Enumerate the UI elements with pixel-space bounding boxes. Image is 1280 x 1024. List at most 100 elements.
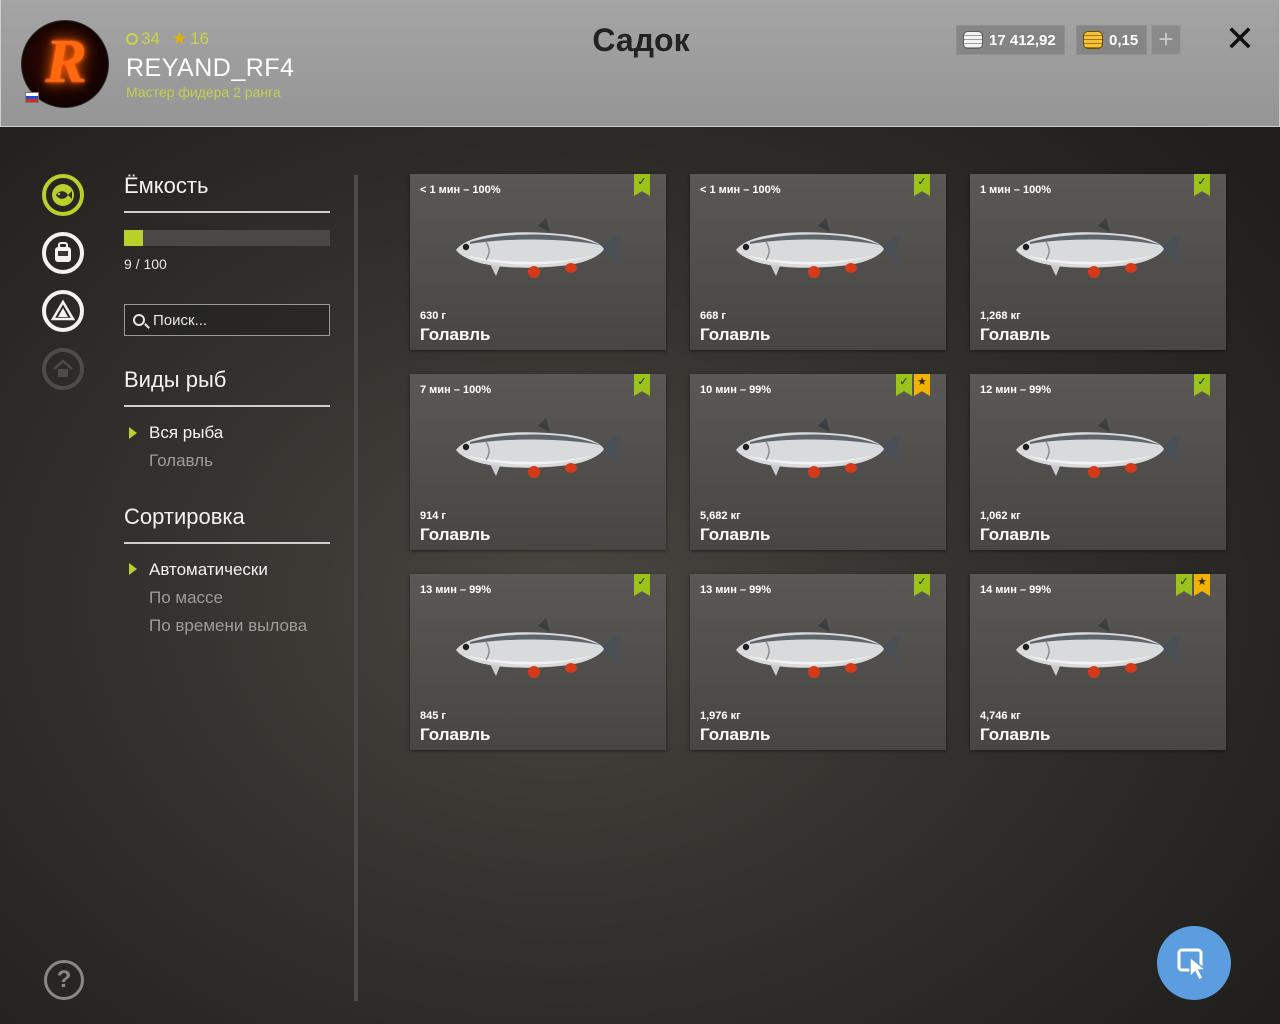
player-name: REYAND_RF4	[126, 54, 295, 82]
fish-name: Голавль	[700, 525, 771, 544]
cursor-icon	[1177, 948, 1209, 982]
sort-item-auto[interactable]: Автоматически	[149, 560, 268, 580]
player-level: 34	[141, 29, 160, 48]
catch-time: 1 мин – 100%	[980, 184, 1052, 196]
help-button[interactable]: ?	[44, 960, 84, 1000]
capacity-heading: Ёмкость	[124, 173, 209, 198]
fish-badges: ✓	[914, 174, 930, 196]
home-tab	[42, 348, 84, 390]
chub-fish-image	[456, 618, 622, 678]
catch-time: 10 мин – 99%	[700, 384, 772, 396]
add-gold-button[interactable]: +	[1151, 25, 1181, 55]
fish-name: Голавль	[420, 325, 491, 344]
chub-fish-image	[1016, 618, 1182, 678]
top-bar: R 34 ★ 16 REYAND_RF4 Мастер фидера 2 ранга…	[0, 0, 1280, 127]
fish-name: Голавль	[420, 725, 491, 744]
fish-weight: 845 г	[420, 710, 446, 722]
silver-balance: 17 412,92	[956, 25, 1065, 55]
species-item-all[interactable]: Вся рыба	[149, 423, 223, 443]
check-bookmark-icon: ✓	[1176, 574, 1192, 596]
fish-card[interactable]: 10 мин – 99% ✓ ★ 5,682 кг Голавль	[690, 374, 946, 550]
divider-line	[124, 405, 330, 407]
fish-card[interactable]: < 1 мин – 100% ✓ 630 г Голавль	[410, 174, 666, 350]
search-input[interactable]: Поиск...	[124, 304, 330, 336]
fish-card[interactable]: 1 мин – 100% ✓ 1,268 кг Голавль	[970, 174, 1226, 350]
fish-weight: 5,682 кг	[700, 510, 741, 522]
capacity-bar-fill	[124, 230, 143, 246]
chub-fish-image	[736, 618, 902, 678]
silver-coins-icon	[963, 31, 983, 49]
avatar-logo: R	[45, 28, 87, 96]
fish-badges: ✓ ★	[1176, 574, 1210, 596]
panel-divider	[354, 175, 358, 1001]
species-heading: Виды рыб	[124, 367, 227, 392]
star-icon: ★	[171, 29, 188, 48]
fish-weight: 1,062 кг	[980, 510, 1021, 522]
tent-icon	[51, 299, 75, 321]
keepnet-tab[interactable]	[42, 174, 84, 216]
fish-card[interactable]: < 1 мин – 100% ✓ 668 г Голавль	[690, 174, 946, 350]
check-bookmark-icon: ✓	[1194, 374, 1210, 396]
fish-card[interactable]: 12 мин – 99% ✓ 1,062 кг Голавль	[970, 374, 1226, 550]
fish-badges: ✓	[1194, 174, 1210, 196]
catch-time: 13 мин – 99%	[700, 584, 772, 596]
fish-name: Голавль	[980, 725, 1051, 744]
sorting-heading: Сортировка	[124, 504, 245, 529]
fish-weight: 1,976 кг	[700, 710, 741, 722]
check-bookmark-icon: ✓	[634, 374, 650, 396]
check-bookmark-icon: ✓	[634, 174, 650, 196]
fish-weight: 914 г	[420, 510, 446, 522]
fish-card[interactable]: 13 мин – 99% ✓ 1,976 кг Голавль	[690, 574, 946, 750]
catch-time: 7 мин – 100%	[420, 384, 492, 396]
chub-fish-image	[736, 418, 902, 478]
chub-fish-image	[736, 218, 902, 278]
divider-line	[124, 211, 330, 213]
fish-name: Голавль	[980, 525, 1051, 544]
fish-card[interactable]: 7 мин – 100% ✓ 914 г Голавль	[410, 374, 666, 550]
chub-fish-image	[456, 418, 622, 478]
fish-badges: ✓	[914, 574, 930, 596]
check-bookmark-icon: ✓	[914, 574, 930, 596]
fish-weight: 630 г	[420, 310, 446, 322]
camp-tab[interactable]	[42, 290, 84, 332]
fish-name: Голавль	[700, 325, 771, 344]
check-bookmark-icon: ✓	[896, 374, 912, 396]
fish-name: Голавль	[700, 725, 771, 744]
fish-badges: ✓	[634, 374, 650, 396]
gold-balance: 0,15	[1076, 25, 1148, 55]
fish-card[interactable]: 14 мин – 99% ✓ ★ 4,746 кг Голавль	[970, 574, 1226, 750]
fish-badges: ✓ ★	[896, 374, 930, 396]
close-button[interactable]: ✕	[1223, 21, 1257, 57]
russia-flag-icon	[25, 92, 39, 103]
selected-arrow-icon	[129, 563, 137, 575]
catch-time: 14 мин – 99%	[980, 584, 1052, 596]
gold-coins-icon	[1083, 31, 1103, 49]
check-bookmark-icon: ✓	[914, 174, 930, 196]
capacity-bar	[124, 230, 330, 246]
search-placeholder: Поиск...	[153, 311, 208, 329]
inventory-tab[interactable]	[42, 232, 84, 274]
home-icon	[53, 359, 73, 377]
species-item-chub[interactable]: Голавль	[149, 451, 213, 471]
page-title: Садок	[592, 22, 690, 58]
fish-badges: ✓	[634, 174, 650, 196]
fish-badges: ✓	[1194, 374, 1210, 396]
sort-item-weight[interactable]: По массе	[149, 588, 223, 608]
fish-name: Голавль	[980, 325, 1051, 344]
selected-arrow-icon	[129, 427, 137, 439]
chub-fish-image	[1016, 218, 1182, 278]
chub-fish-image	[1016, 418, 1182, 478]
cursor-mode-button[interactable]	[1157, 926, 1231, 1000]
backpack-icon	[55, 242, 71, 262]
star-bookmark-icon: ★	[1194, 574, 1210, 596]
fish-name: Голавль	[420, 525, 491, 544]
level-icon	[126, 33, 138, 45]
fish-card[interactable]: 13 мин – 99% ✓ 845 г Голавль	[410, 574, 666, 750]
check-bookmark-icon: ✓	[634, 574, 650, 596]
fish-weight: 1,268 кг	[980, 310, 1021, 322]
catch-time: < 1 мин – 100%	[700, 184, 781, 196]
player-stats: 34 ★ 16	[126, 29, 209, 49]
sort-item-time[interactable]: По времени вылова	[149, 616, 307, 636]
search-icon	[133, 314, 145, 326]
gold-amount: 0,15	[1109, 31, 1139, 49]
